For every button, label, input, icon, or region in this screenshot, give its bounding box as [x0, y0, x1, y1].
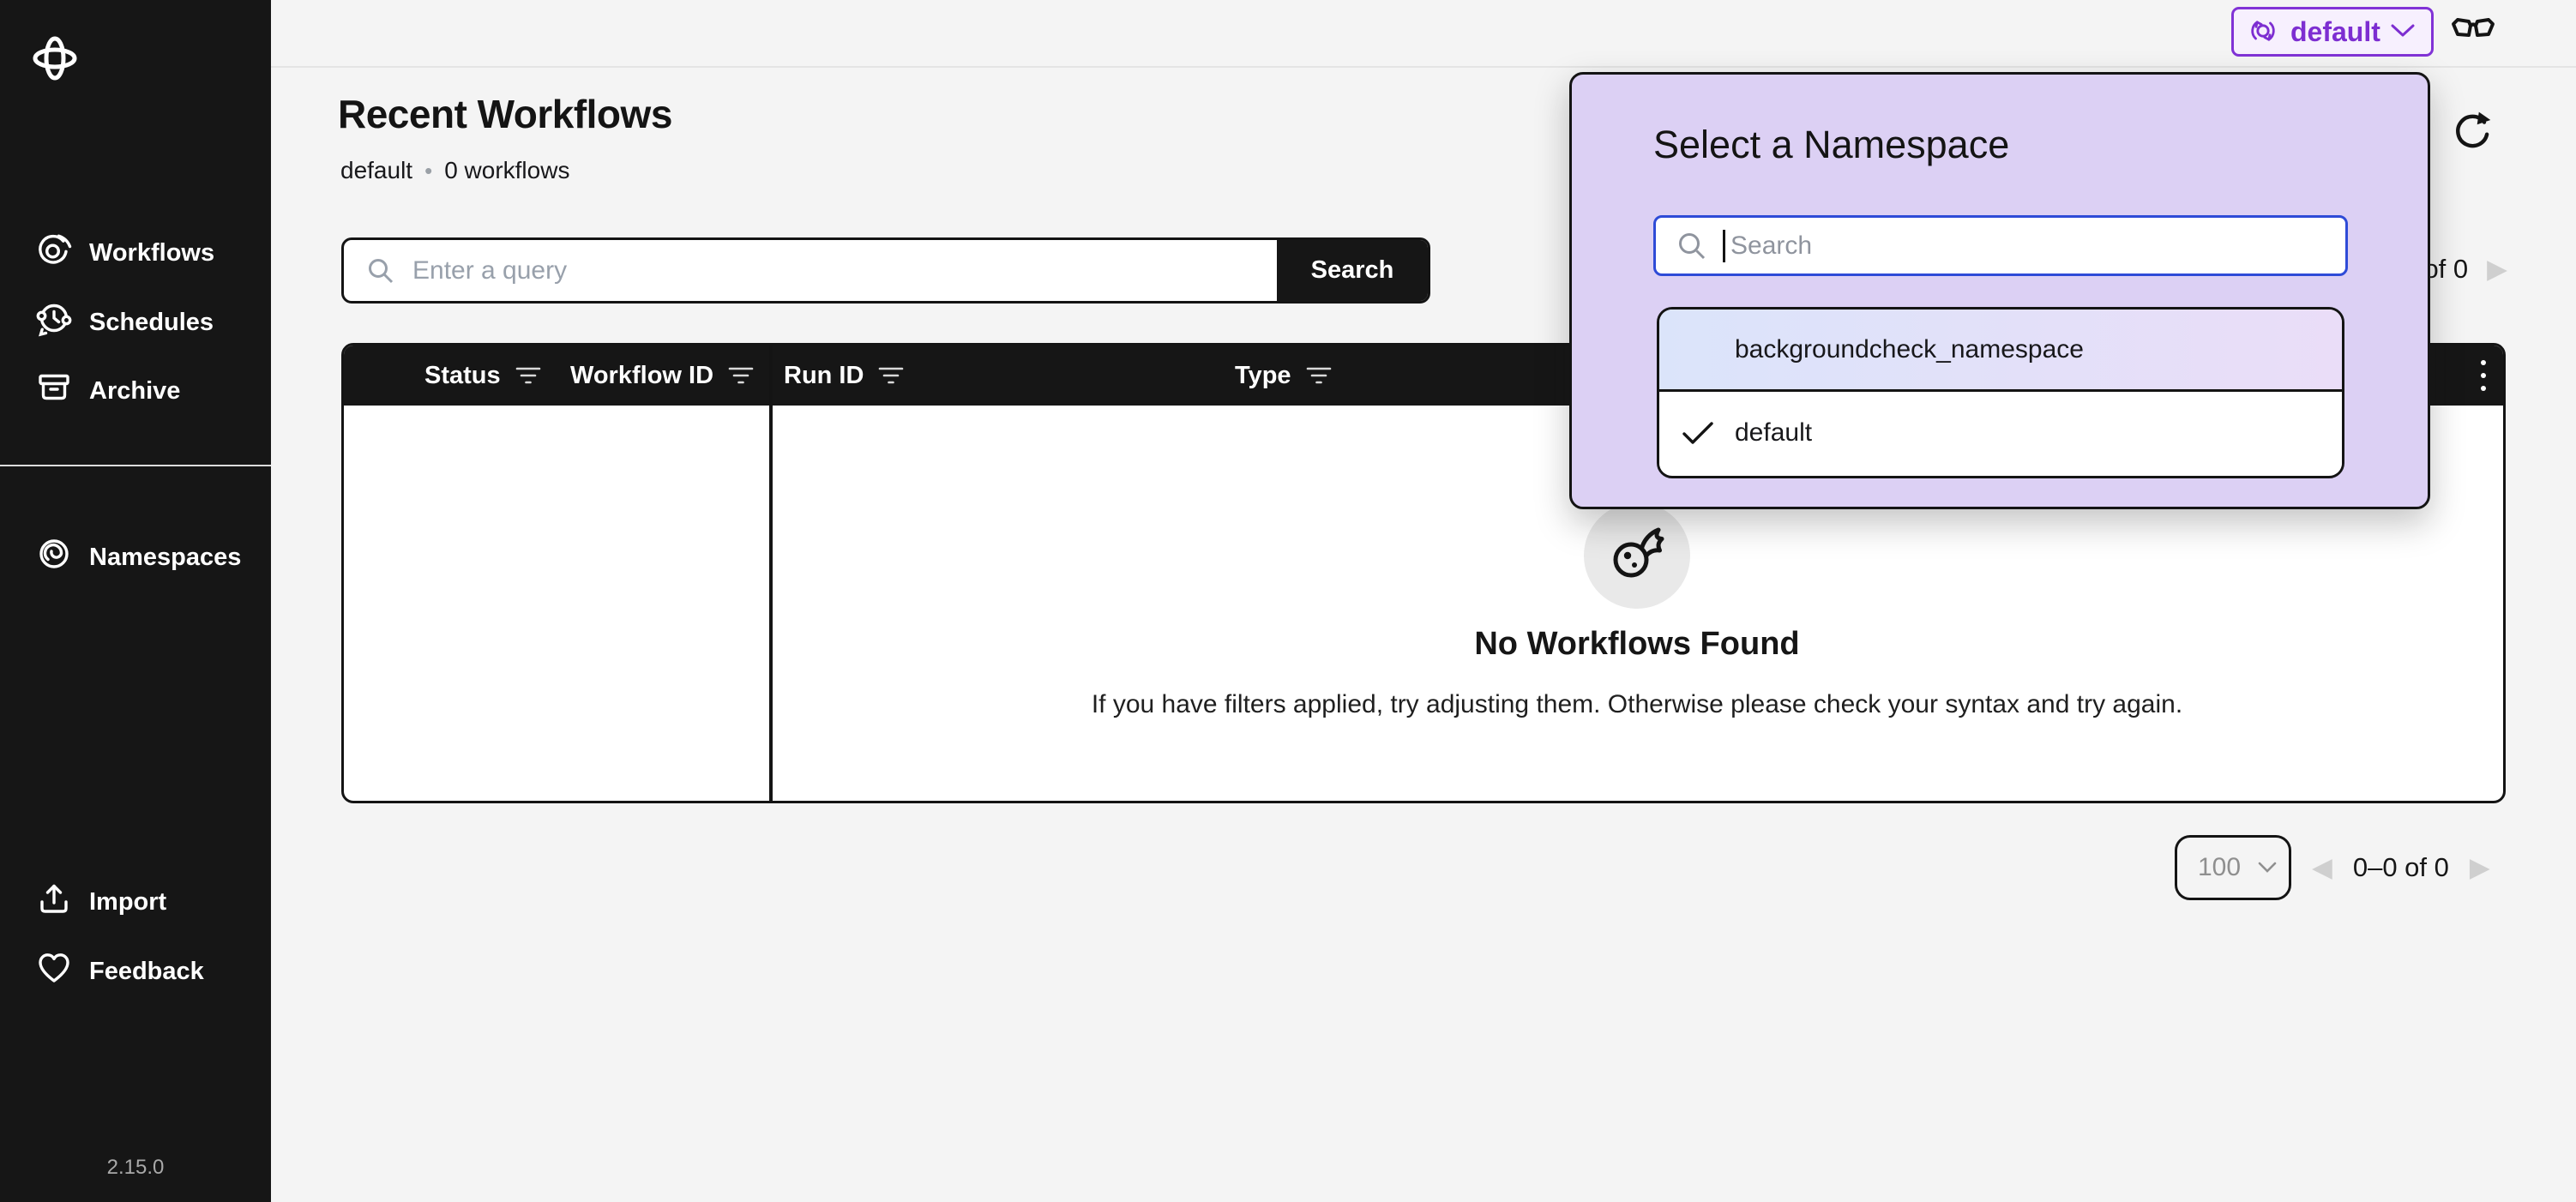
empty-state-title: No Workflows Found — [951, 626, 2323, 663]
sidebar-item-label: Archive — [89, 377, 180, 406]
column-label: Status — [424, 362, 501, 390]
refresh-icon[interactable] — [2449, 108, 2495, 154]
filter-icon[interactable] — [515, 364, 542, 388]
glasses-icon[interactable] — [2451, 15, 2495, 51]
sidebar: Workflows Schedules — [0, 0, 271, 1202]
namespace-options-list: backgroundcheck_namespace default — [1657, 307, 2344, 478]
dot-separator: • — [424, 158, 432, 184]
page-subtitle: default • 0 workflows — [340, 157, 569, 184]
sidebar-divider — [0, 465, 271, 466]
sidebar-item-schedules[interactable]: Schedules — [34, 299, 214, 346]
search-button[interactable]: Search — [1277, 240, 1428, 301]
namespaces-icon — [34, 534, 74, 580]
sidebar-item-feedback[interactable]: Feedback — [34, 948, 204, 995]
namespace-option-label: default — [1735, 418, 1812, 448]
sidebar-item-label: Schedules — [89, 309, 214, 337]
workflows-icon — [34, 230, 74, 276]
column-label: Workflow ID — [570, 362, 713, 390]
temporal-ui: Workflows Schedules — [0, 0, 2576, 1202]
sidebar-item-archive[interactable]: Archive — [34, 368, 180, 414]
column-options-kebab-icon[interactable] — [2479, 358, 2488, 398]
search-icon — [366, 256, 395, 285]
empty-state-description: If you have filters applied, try adjusti… — [951, 690, 2323, 719]
heart-icon — [34, 948, 74, 995]
pagination-bottom: 100 ◀ 0–0 of 0 ▶ — [2175, 835, 2490, 900]
column-header-run-id: Run ID — [784, 346, 905, 406]
upload-icon — [34, 879, 74, 925]
previous-page-icon[interactable]: ◀ — [2312, 855, 2332, 881]
column-label: Type — [1235, 362, 1291, 390]
column-header-status: Status — [424, 346, 542, 406]
sidebar-item-label: Workflows — [89, 239, 214, 267]
namespace-option-backgroundcheck[interactable]: backgroundcheck_namespace — [1659, 310, 2342, 392]
page-size-value: 100 — [2198, 853, 2241, 882]
next-page-icon[interactable]: ▶ — [2470, 855, 2490, 881]
namespace-cycle-icon — [2246, 14, 2280, 51]
workflow-search-bar: Search — [341, 237, 1430, 304]
sidebar-item-label: Namespaces — [89, 544, 241, 572]
filter-icon[interactable] — [727, 364, 755, 388]
next-page-icon[interactable]: ▶ — [2487, 256, 2507, 283]
column-divider — [769, 346, 773, 801]
namespace-search-input[interactable] — [1725, 231, 2345, 261]
namespace-search-field — [1653, 215, 2348, 276]
filter-icon[interactable] — [877, 364, 905, 388]
namespace-name: default — [340, 157, 412, 184]
sidebar-item-import[interactable]: Import — [34, 879, 166, 925]
namespace-option-label: backgroundcheck_namespace — [1735, 335, 2084, 364]
sidebar-item-workflows[interactable]: Workflows — [34, 230, 214, 276]
filter-icon[interactable] — [1305, 364, 1333, 388]
chevron-down-icon — [2391, 24, 2415, 40]
column-header-workflow-id: Workflow ID — [570, 346, 755, 406]
comet-icon — [1584, 502, 1690, 609]
checkmark-icon — [1682, 421, 1714, 445]
sidebar-item-namespaces[interactable]: Namespaces — [34, 534, 241, 580]
sidebar-item-label: Import — [89, 888, 166, 917]
column-label: Run ID — [784, 362, 864, 390]
chevron-down-icon — [2258, 862, 2277, 874]
page-title: Recent Workflows — [338, 91, 672, 137]
modal-title: Select a Namespace — [1653, 123, 2009, 167]
workflow-count: 0 workflows — [444, 157, 569, 184]
page-range-label: 0–0 of 0 — [2353, 852, 2449, 883]
top-bar — [271, 0, 2576, 68]
temporal-logo-icon[interactable] — [33, 34, 77, 87]
search-icon — [1676, 231, 1707, 261]
namespace-switcher-button[interactable]: default — [2231, 7, 2434, 57]
schedules-icon — [34, 299, 74, 346]
column-header-type: Type — [1235, 346, 1333, 406]
current-namespace-label: default — [2290, 16, 2380, 48]
page-size-select[interactable]: 100 — [2175, 835, 2291, 900]
sidebar-item-label: Feedback — [89, 958, 204, 986]
archive-box-icon — [34, 368, 74, 414]
namespace-select-modal: Select a Namespace backgroundcheck_names… — [1569, 72, 2430, 509]
query-input[interactable] — [395, 256, 1277, 285]
version-label: 2.15.0 — [0, 1156, 271, 1180]
namespace-option-default[interactable]: default — [1659, 392, 2342, 473]
empty-state: No Workflows Found If you have filters a… — [951, 502, 2323, 719]
